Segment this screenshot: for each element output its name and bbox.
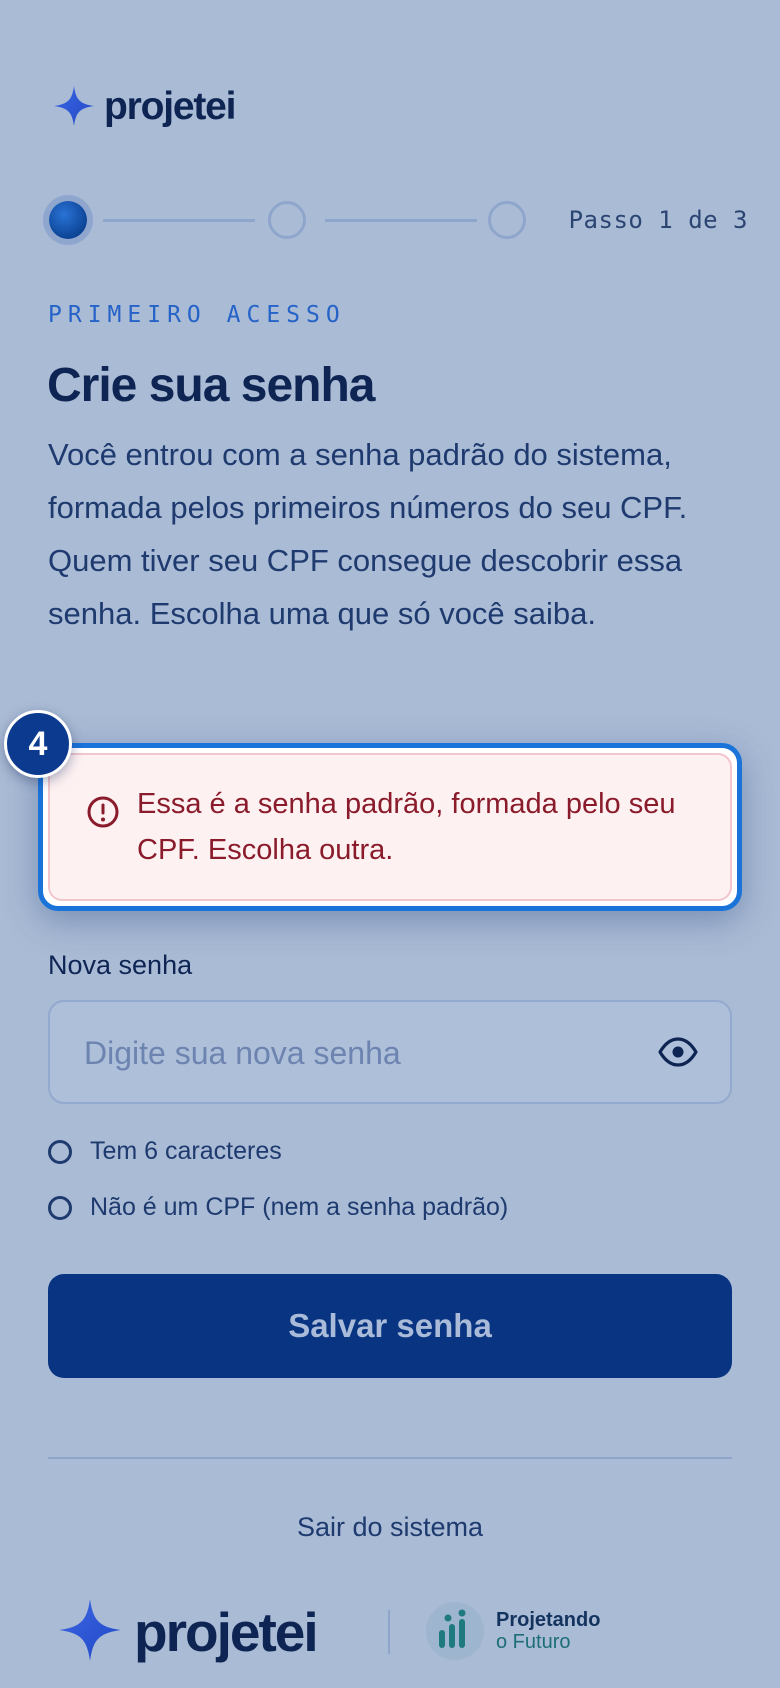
password-rule-not-cpf: Não é um CPF (nem a senha padrão) xyxy=(48,1193,508,1222)
progress-stepper: Passo 1 de 3 xyxy=(40,192,747,252)
eyebrow-label: PRIMEIRO ACESSO xyxy=(48,302,346,328)
page-title: Crie sua senha xyxy=(47,359,375,412)
partner-text: Projetando o Futuro xyxy=(496,1609,600,1653)
divider xyxy=(48,1457,732,1459)
four-point-star-icon xyxy=(56,1596,124,1669)
step-label: Passo 1 de 3 xyxy=(568,206,748,234)
rule-status-circle-icon xyxy=(48,1195,72,1220)
password-label: Nova senha xyxy=(48,950,193,980)
logout-link[interactable]: Sair do sistema xyxy=(0,1512,780,1543)
error-alert: Essa é a senha padrão, formada pelo seu … xyxy=(48,753,732,901)
footer-brand-logo: projetei xyxy=(56,1596,319,1669)
password-rule-length: Tem 6 caracteres xyxy=(48,1137,282,1166)
step-2-indicator xyxy=(268,201,306,239)
step-3-indicator xyxy=(488,201,526,239)
password-field xyxy=(48,1000,732,1104)
first-access-page: projetei Passo 1 de 3 PRIMEIRO ACESSO Cr… xyxy=(0,0,780,1688)
step-1-indicator xyxy=(49,201,87,239)
bar-chart-icon xyxy=(426,1602,484,1660)
rule-label: Não é um CPF (nem a senha padrão) xyxy=(90,1193,509,1221)
annotation-badge: 4 xyxy=(4,710,72,778)
eye-icon[interactable] xyxy=(658,1036,698,1068)
partner-subtitle: o Futuro xyxy=(496,1631,571,1653)
four-point-star-icon xyxy=(52,84,96,128)
partner-logo: Projetando o Futuro xyxy=(426,1602,600,1660)
rule-label: Tem 6 caracteres xyxy=(90,1137,282,1165)
footer-brand-name: projetei xyxy=(134,1601,319,1663)
brand-name: projetei xyxy=(104,84,236,128)
password-input[interactable] xyxy=(82,1024,606,1082)
error-message: Essa é a senha padrão, formada pelo seu … xyxy=(137,788,676,866)
error-highlight-frame: Essa é a senha padrão, formada pelo seu … xyxy=(38,743,742,911)
step-connector xyxy=(103,219,255,222)
save-password-button[interactable]: Salvar senha xyxy=(48,1274,732,1378)
step-connector xyxy=(325,219,477,222)
partner-name: Projetando xyxy=(496,1609,601,1631)
page-description: Você entrou com a senha padrão do sistem… xyxy=(48,437,688,631)
alert-circle-icon xyxy=(86,795,120,829)
footer-separator xyxy=(388,1610,390,1654)
brand-logo: projetei xyxy=(52,84,236,128)
rule-status-circle-icon xyxy=(48,1139,72,1164)
